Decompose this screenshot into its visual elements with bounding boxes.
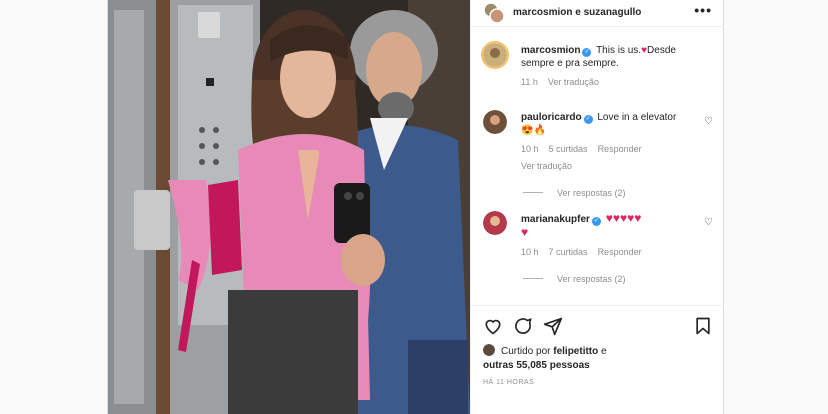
caption-username[interactable]: marcosmion: [521, 45, 580, 56]
comment-time[interactable]: 10 h: [521, 247, 539, 257]
avatar[interactable]: [483, 110, 507, 134]
emoji-hearts-icon: ♥♥♥♥♥: [605, 211, 642, 225]
liked-by-others[interactable]: outras 55,085 pessoas: [483, 360, 590, 371]
liked-by: Curtido por felipetitto e outras 55,085 …: [483, 344, 713, 373]
avatar[interactable]: [483, 211, 507, 235]
like-comment-icon[interactable]: ♡: [704, 217, 713, 228]
emoji-heart-icon: ♥: [521, 225, 529, 239]
post-header: marcosmion e suzanagullo •••: [471, 0, 724, 27]
reply-button[interactable]: Responder: [598, 247, 642, 257]
caption-time[interactable]: 11 h: [521, 77, 538, 87]
caption-text: This is us.: [596, 45, 642, 56]
post-side-panel: marcosmion e suzanagullo ••• marcosmion ✓…: [470, 0, 724, 414]
comments-section: marcosmion ✓ This is us.♥Desde sempre e p…: [471, 27, 724, 302]
like-comment-icon[interactable]: ♡: [704, 116, 713, 127]
comment-text: Love in a elevator: [597, 112, 677, 123]
avatar[interactable]: [483, 344, 495, 356]
comment-likes[interactable]: 7 curtidas: [549, 247, 588, 257]
bookmark-icon[interactable]: [693, 316, 713, 336]
avatar[interactable]: [481, 41, 509, 69]
view-replies-button[interactable]: Ver respostas (2): [521, 187, 696, 200]
liked-by-middle: e: [601, 346, 607, 357]
comment-time[interactable]: 10 h: [521, 144, 539, 154]
view-replies-button[interactable]: Ver respostas (2): [521, 273, 696, 286]
view-replies-label[interactable]: Ver respostas (2): [557, 188, 626, 198]
like-icon[interactable]: [483, 316, 503, 336]
caption-translate[interactable]: Ver tradução: [548, 77, 599, 87]
liked-by-user[interactable]: felipetitto: [553, 346, 598, 357]
verified-badge-icon: ✓: [582, 48, 592, 57]
emoji-fire-icon: 🔥: [533, 125, 546, 136]
more-horizontal-icon[interactable]: •••: [694, 2, 712, 18]
comment-icon[interactable]: [513, 316, 533, 336]
divider: [523, 192, 543, 193]
photo-couple-elevator: [108, 0, 470, 414]
comment-translate[interactable]: Ver tradução: [521, 160, 696, 173]
share-icon[interactable]: [543, 316, 563, 336]
post-author-names[interactable]: marcosmion e suzanagullo: [513, 7, 641, 18]
divider: [523, 278, 543, 279]
post-actions: [471, 305, 724, 346]
collab-avatars[interactable]: [483, 2, 505, 24]
emoji-heart-eyes-icon: 😍: [521, 125, 534, 136]
instagram-post: marcosmion e suzanagullo ••• marcosmion ✓…: [107, 0, 724, 414]
comment-username[interactable]: marianakupfer: [521, 214, 590, 225]
liked-by-prefix: Curtido por: [501, 346, 551, 357]
view-replies-label[interactable]: Ver respostas (2): [557, 274, 626, 284]
verified-badge-icon: ✓: [583, 115, 593, 124]
comment-username[interactable]: pauloricardo: [521, 112, 582, 123]
post-timestamp[interactable]: HÁ 11 HORAS: [483, 379, 534, 386]
post-photo[interactable]: [108, 0, 470, 414]
reply-button[interactable]: Responder: [598, 144, 642, 154]
verified-badge-icon: ✓: [591, 217, 601, 226]
comment-likes[interactable]: 5 curtidas: [549, 144, 588, 154]
